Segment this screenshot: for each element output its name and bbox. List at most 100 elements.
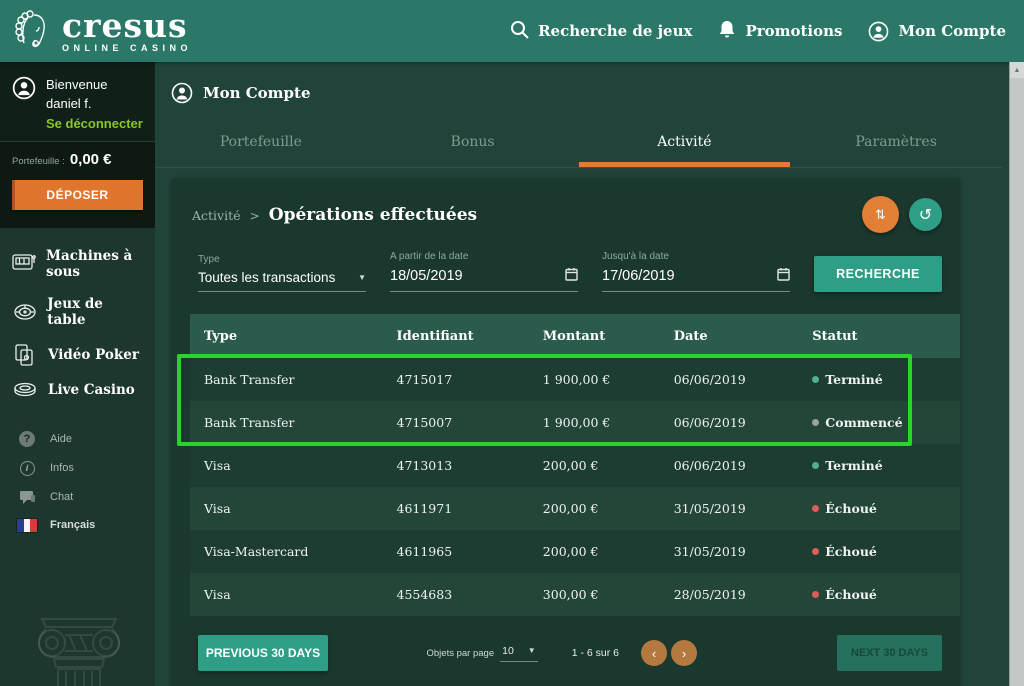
logo-subtitle: ONLINE CASINO: [62, 44, 192, 53]
search-button[interactable]: RECHERCHE: [814, 256, 942, 292]
cresus-logo[interactable]: cresus ONLINE CASINO: [12, 7, 192, 56]
search-icon: [510, 20, 529, 43]
type-filter-select[interactable]: Toutes les transactions ▼: [198, 270, 366, 292]
user-avatar-icon: [12, 76, 36, 131]
promotions-label: Promotions: [745, 22, 842, 40]
sidebar-item-video-poker[interactable]: Vidéo Poker: [0, 336, 155, 374]
transactions-table: Type Identifiant Montant Date Statut Ban…: [190, 314, 960, 616]
sidebar-item-chat[interactable]: Chat: [0, 483, 155, 512]
sidebar-item-live-casino[interactable]: Live Casino: [0, 374, 155, 406]
chevron-down-icon: ▼: [528, 646, 536, 655]
status-badge: Terminé: [825, 458, 882, 473]
tab-bonus[interactable]: Bonus: [367, 126, 579, 167]
greek-column-graphic: [24, 605, 134, 686]
menu-label: Jeux de table: [47, 296, 143, 328]
chevron-down-icon: ▼: [358, 273, 366, 282]
sort-button[interactable]: ⇅: [862, 196, 899, 233]
status-badge: Terminé: [825, 372, 882, 387]
menu-label: Infos: [50, 462, 74, 474]
search-games-link[interactable]: Recherche de jeux: [510, 20, 692, 43]
sidebar-item-jeux-de-table[interactable]: Jeux de table: [0, 288, 155, 336]
breadcrumb: Activité > Opérations effectuées: [192, 205, 477, 225]
promotions-link[interactable]: Promotions: [718, 20, 842, 43]
table-row[interactable]: Visa4554683300,00 €28/05/2019 Échoué: [190, 573, 960, 616]
sidebar: Bienvenue daniel f. Se déconnecter Porte…: [0, 62, 155, 686]
sort-icon: ⇅: [875, 207, 886, 223]
table-row[interactable]: Visa4713013200,00 €06/06/2019 Terminé: [190, 444, 960, 487]
table-row[interactable]: Visa-Mastercard4611965200,00 €31/05/2019…: [190, 530, 960, 573]
calendar-icon: [565, 267, 578, 285]
status-dot: [812, 462, 819, 469]
pagination-bar: PREVIOUS 30 DAYS Objets par page 10 ▼ 1 …: [190, 616, 960, 671]
col-statut: Statut: [798, 314, 960, 358]
date-from-input[interactable]: 18/05/2019: [390, 267, 578, 292]
tab-parametres[interactable]: Paramètres: [790, 126, 1002, 167]
per-page-label: Objets par page: [427, 648, 495, 659]
chat-icon: [14, 490, 40, 505]
col-identifiant: Identifiant: [383, 314, 529, 358]
account-tabs: Portefeuille Bonus Activité Paramètres: [155, 126, 1002, 168]
account-link[interactable]: Mon Compte: [868, 21, 1006, 42]
vertical-scrollbar[interactable]: ▲: [1009, 62, 1024, 686]
table-row[interactable]: Bank Transfer47150171 900,00 €06/06/2019…: [190, 358, 960, 401]
next-30-days-button: NEXT 30 DAYS: [837, 635, 942, 671]
date-to-value: 17/06/2019: [602, 268, 675, 284]
history-icon: ↺: [919, 205, 932, 225]
account-section-icon: [171, 82, 193, 104]
username: daniel f.: [46, 95, 143, 114]
sidebar-item-language[interactable]: Français: [0, 512, 155, 539]
tab-activite[interactable]: Activité: [579, 126, 791, 167]
scroll-up-arrow[interactable]: ▲: [1010, 62, 1024, 78]
chevron-right-icon: ›: [682, 646, 686, 661]
tab-portefeuille[interactable]: Portefeuille: [155, 126, 367, 167]
menu-label: Machines à sous: [46, 248, 143, 280]
logo-title: cresus: [62, 9, 192, 42]
breadcrumb-parent[interactable]: Activité: [192, 208, 241, 223]
previous-30-days-button[interactable]: PREVIOUS 30 DAYS: [198, 635, 328, 671]
table-row[interactable]: Bank Transfer47150071 900,00 €06/06/2019…: [190, 401, 960, 444]
search-games-label: Recherche de jeux: [538, 22, 692, 40]
status-badge: Commencé: [825, 415, 902, 430]
col-montant: Montant: [529, 314, 660, 358]
col-type: Type: [190, 314, 383, 358]
main-content: Mon Compte Portefeuille Bonus Activité P…: [155, 62, 1002, 686]
calendar-icon: [777, 267, 790, 285]
bell-icon: [718, 20, 736, 43]
menu-label: Français: [50, 519, 95, 531]
account-icon: [868, 21, 889, 42]
menu-label: Vidéo Poker: [48, 347, 139, 363]
date-to-input[interactable]: 17/06/2019: [602, 267, 790, 292]
filter-bar: Type Toutes les transactions ▼ A partir …: [190, 247, 960, 314]
status-badge: Échoué: [825, 501, 877, 516]
status-dot: [812, 419, 819, 426]
wallet-label: Portefeuille :: [12, 156, 65, 167]
status-dot: [812, 376, 819, 383]
sidebar-item-aide[interactable]: ? Aide: [0, 424, 155, 454]
page-range: 1 - 6 sur 6: [572, 647, 619, 659]
help-icon: ?: [14, 431, 40, 447]
per-page-select[interactable]: 10 ▼: [500, 645, 538, 662]
page-title: Mon Compte: [203, 84, 311, 102]
history-button[interactable]: ↺: [909, 198, 942, 231]
account-label: Mon Compte: [898, 22, 1006, 40]
menu-label: Chat: [50, 491, 73, 503]
user-block: Bienvenue daniel f. Se déconnecter: [0, 62, 155, 142]
prev-page-button[interactable]: ‹: [641, 640, 667, 666]
chevron-left-icon: ‹: [652, 646, 656, 661]
deposit-button[interactable]: DÉPOSER: [12, 180, 143, 210]
status-badge: Échoué: [825, 587, 877, 602]
table-row[interactable]: Visa4611971200,00 €31/05/2019 Échoué: [190, 487, 960, 530]
slot-machine-icon: [12, 254, 36, 274]
logout-link[interactable]: Se déconnecter: [46, 116, 143, 131]
status-dot: [812, 591, 819, 598]
sidebar-item-machines-a-sous[interactable]: Machines à sous: [0, 240, 155, 288]
type-filter-value: Toutes les transactions: [198, 270, 335, 285]
date-from-label: A partir de la date: [390, 251, 578, 262]
top-nav: Recherche de jeux Promotions Mon Compte: [510, 20, 1006, 43]
wallet-value: 0,00 €: [70, 151, 112, 168]
sidebar-item-infos[interactable]: i Infos: [0, 454, 155, 483]
roulette-icon: [12, 303, 37, 321]
cards-icon: [12, 344, 38, 366]
next-page-button[interactable]: ›: [671, 640, 697, 666]
status-badge: Échoué: [825, 544, 877, 559]
